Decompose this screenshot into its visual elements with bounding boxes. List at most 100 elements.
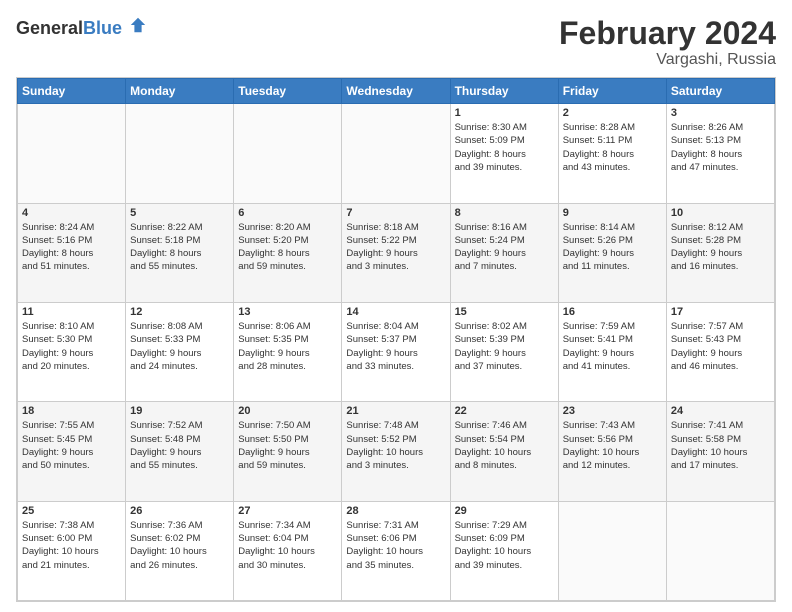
day-info: Sunrise: 7:36 AM Sunset: 6:02 PM Dayligh… xyxy=(130,519,229,572)
calendar-day-cell xyxy=(342,104,450,203)
logo-icon xyxy=(129,16,147,34)
calendar-day-cell: 21 Sunrise: 7:48 AM Sunset: 5:52 PM Dayli… xyxy=(342,402,450,501)
calendar-day-cell xyxy=(126,104,234,203)
day-info: Sunrise: 7:48 AM Sunset: 5:52 PM Dayligh… xyxy=(346,419,445,472)
calendar-day-cell: 7Sunrise: 8:18 AM Sunset: 5:22 PM Daylig… xyxy=(342,203,450,302)
calendar-week-row: 4 Sunrise: 8:24 AM Sunset: 5:16 PM Daylig… xyxy=(18,203,775,302)
calendar-day-cell: 12 Sunrise: 8:08 AM Sunset: 5:33 PM Dayli… xyxy=(126,302,234,401)
calendar-title: February 2024 xyxy=(559,16,776,51)
calendar-day-cell: 24 Sunrise: 7:41 AM Sunset: 5:58 PM Dayli… xyxy=(666,402,774,501)
calendar-week-row: 18Sunrise: 7:55 AM Sunset: 5:45 PM Dayli… xyxy=(18,402,775,501)
day-number: 17 xyxy=(671,306,770,318)
day-info: Sunrise: 7:57 AM Sunset: 5:43 PM Dayligh… xyxy=(671,320,770,373)
day-number: 14 xyxy=(346,306,445,318)
calendar: SundayMondayTuesdayWednesdayThursdayFrid… xyxy=(16,77,776,602)
day-info: Sunrise: 7:31 AM Sunset: 6:06 PM Dayligh… xyxy=(346,519,445,572)
day-info: Sunrise: 8:04 AM Sunset: 5:37 PM Dayligh… xyxy=(346,320,445,373)
day-number: 8 xyxy=(455,207,554,219)
day-info: Sunrise: 7:43 AM Sunset: 5:56 PM Dayligh… xyxy=(563,419,662,472)
day-number: 29 xyxy=(455,505,554,517)
calendar-day-cell: 19 Sunrise: 7:52 AM Sunset: 5:48 PM Dayli… xyxy=(126,402,234,501)
day-number: 26 xyxy=(130,505,229,517)
calendar-day-cell: 2Sunrise: 8:28 AM Sunset: 5:11 PM Daylig… xyxy=(558,104,666,203)
calendar-day-cell: 3 Sunrise: 8:26 AM Sunset: 5:13 PM Daylig… xyxy=(666,104,774,203)
calendar-day-cell xyxy=(234,104,342,203)
day-number: 16 xyxy=(563,306,662,318)
day-info: Sunrise: 7:50 AM Sunset: 5:50 PM Dayligh… xyxy=(238,419,337,472)
calendar-subtitle: Vargashi, Russia xyxy=(559,51,776,69)
day-info: Sunrise: 8:02 AM Sunset: 5:39 PM Dayligh… xyxy=(455,320,554,373)
calendar-day-cell: 4 Sunrise: 8:24 AM Sunset: 5:16 PM Daylig… xyxy=(18,203,126,302)
logo-blue: Blue xyxy=(83,18,122,38)
day-info: Sunrise: 8:14 AM Sunset: 5:26 PM Dayligh… xyxy=(563,221,662,274)
day-of-week-header: Wednesday xyxy=(342,79,450,104)
day-of-week-header: Saturday xyxy=(666,79,774,104)
day-of-week-header: Friday xyxy=(558,79,666,104)
day-number: 9 xyxy=(563,207,662,219)
day-number: 15 xyxy=(455,306,554,318)
page-header: GeneralBlue February 2024 Vargashi, Russ… xyxy=(16,16,776,69)
day-number: 6 xyxy=(238,207,337,219)
day-number: 21 xyxy=(346,405,445,417)
day-number: 20 xyxy=(238,405,337,417)
day-number: 27 xyxy=(238,505,337,517)
day-info: Sunrise: 8:24 AM Sunset: 5:16 PM Dayligh… xyxy=(22,221,121,274)
day-number: 1 xyxy=(455,107,554,119)
day-info: Sunrise: 8:28 AM Sunset: 5:11 PM Dayligh… xyxy=(563,121,662,174)
day-info: Sunrise: 7:41 AM Sunset: 5:58 PM Dayligh… xyxy=(671,419,770,472)
day-of-week-header: Sunday xyxy=(18,79,126,104)
day-info: Sunrise: 8:20 AM Sunset: 5:20 PM Dayligh… xyxy=(238,221,337,274)
calendar-day-cell xyxy=(18,104,126,203)
day-info: Sunrise: 7:59 AM Sunset: 5:41 PM Dayligh… xyxy=(563,320,662,373)
day-number: 13 xyxy=(238,306,337,318)
calendar-day-cell: 13 Sunrise: 8:06 AM Sunset: 5:35 PM Dayli… xyxy=(234,302,342,401)
day-info: Sunrise: 7:38 AM Sunset: 6:00 PM Dayligh… xyxy=(22,519,121,572)
calendar-day-cell xyxy=(558,501,666,600)
calendar-day-cell xyxy=(666,501,774,600)
calendar-day-cell: 9 Sunrise: 8:14 AM Sunset: 5:26 PM Daylig… xyxy=(558,203,666,302)
day-info: Sunrise: 7:29 AM Sunset: 6:09 PM Dayligh… xyxy=(455,519,554,572)
calendar-day-cell: 23 Sunrise: 7:43 AM Sunset: 5:56 PM Dayli… xyxy=(558,402,666,501)
day-number: 25 xyxy=(22,505,121,517)
calendar-day-cell: 22 Sunrise: 7:46 AM Sunset: 5:54 PM Dayli… xyxy=(450,402,558,501)
calendar-day-cell: 28 Sunrise: 7:31 AM Sunset: 6:06 PM Dayli… xyxy=(342,501,450,600)
calendar-day-cell: 26 Sunrise: 7:36 AM Sunset: 6:02 PM Dayli… xyxy=(126,501,234,600)
calendar-day-cell: 15 Sunrise: 8:02 AM Sunset: 5:39 PM Dayli… xyxy=(450,302,558,401)
day-number: 22 xyxy=(455,405,554,417)
day-info: Sunrise: 8:22 AM Sunset: 5:18 PM Dayligh… xyxy=(130,221,229,274)
day-info: Sunrise: 8:08 AM Sunset: 5:33 PM Dayligh… xyxy=(130,320,229,373)
calendar-week-row: 1 Sunrise: 8:30 AM Sunset: 5:09 PM Daylig… xyxy=(18,104,775,203)
day-info: Sunrise: 8:30 AM Sunset: 5:09 PM Dayligh… xyxy=(455,121,554,174)
day-info: Sunrise: 7:55 AM Sunset: 5:45 PM Dayligh… xyxy=(22,419,121,472)
calendar-day-cell: 16 Sunrise: 7:59 AM Sunset: 5:41 PM Dayli… xyxy=(558,302,666,401)
day-of-week-header: Tuesday xyxy=(234,79,342,104)
calendar-day-cell: 5Sunrise: 8:22 AM Sunset: 5:18 PM Daylig… xyxy=(126,203,234,302)
calendar-week-row: 11 Sunrise: 8:10 AM Sunset: 5:30 PM Dayli… xyxy=(18,302,775,401)
logo: GeneralBlue xyxy=(16,16,147,39)
calendar-day-cell: 17 Sunrise: 7:57 AM Sunset: 5:43 PM Dayli… xyxy=(666,302,774,401)
day-info: Sunrise: 8:26 AM Sunset: 5:13 PM Dayligh… xyxy=(671,121,770,174)
day-info: Sunrise: 7:52 AM Sunset: 5:48 PM Dayligh… xyxy=(130,419,229,472)
calendar-day-cell: 6 Sunrise: 8:20 AM Sunset: 5:20 PM Daylig… xyxy=(234,203,342,302)
day-info: Sunrise: 8:12 AM Sunset: 5:28 PM Dayligh… xyxy=(671,221,770,274)
day-number: 12 xyxy=(130,306,229,318)
day-info: Sunrise: 8:10 AM Sunset: 5:30 PM Dayligh… xyxy=(22,320,121,373)
calendar-day-cell: 14 Sunrise: 8:04 AM Sunset: 5:37 PM Dayli… xyxy=(342,302,450,401)
day-number: 28 xyxy=(346,505,445,517)
day-info: Sunrise: 7:34 AM Sunset: 6:04 PM Dayligh… xyxy=(238,519,337,572)
calendar-day-cell: 29 Sunrise: 7:29 AM Sunset: 6:09 PM Dayli… xyxy=(450,501,558,600)
day-of-week-header: Thursday xyxy=(450,79,558,104)
day-number: 11 xyxy=(22,306,121,318)
title-area: February 2024 Vargashi, Russia xyxy=(559,16,776,69)
day-number: 7 xyxy=(346,207,445,219)
day-info: Sunrise: 8:06 AM Sunset: 5:35 PM Dayligh… xyxy=(238,320,337,373)
calendar-day-cell: 18Sunrise: 7:55 AM Sunset: 5:45 PM Dayli… xyxy=(18,402,126,501)
calendar-day-cell: 8Sunrise: 8:16 AM Sunset: 5:24 PM Daylig… xyxy=(450,203,558,302)
day-number: 4 xyxy=(22,207,121,219)
day-number: 3 xyxy=(671,107,770,119)
calendar-day-cell: 1 Sunrise: 8:30 AM Sunset: 5:09 PM Daylig… xyxy=(450,104,558,203)
day-number: 24 xyxy=(671,405,770,417)
day-number: 19 xyxy=(130,405,229,417)
day-info: Sunrise: 7:46 AM Sunset: 5:54 PM Dayligh… xyxy=(455,419,554,472)
day-number: 23 xyxy=(563,405,662,417)
